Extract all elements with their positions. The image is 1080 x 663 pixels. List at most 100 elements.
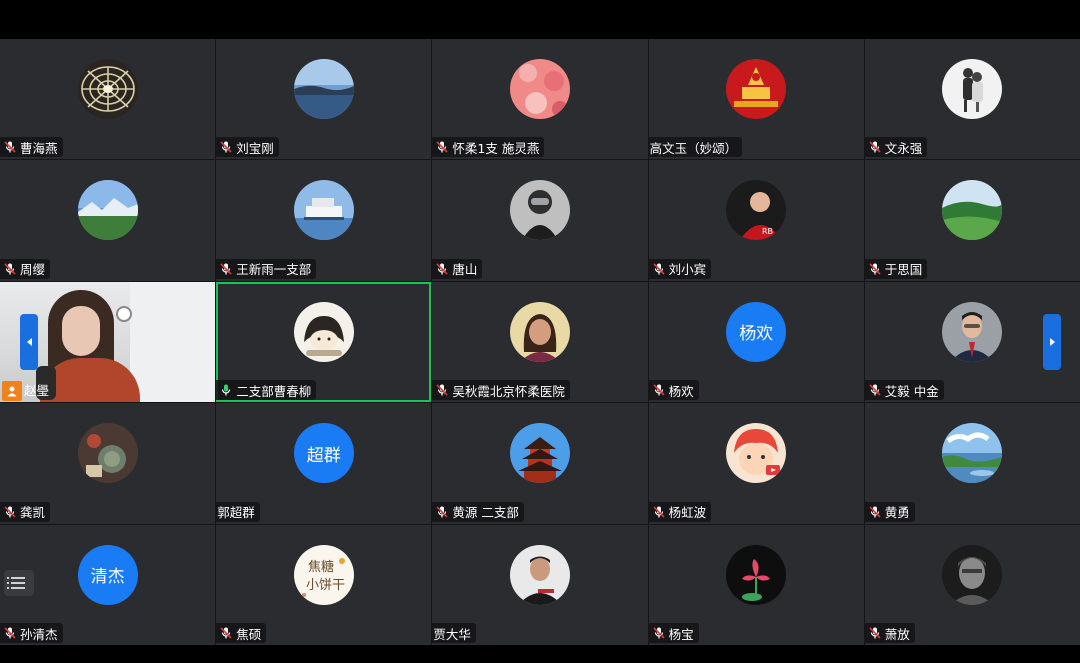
- participant-tile-speaking[interactable]: 二支部曹春柳: [216, 281, 432, 403]
- participant-tile[interactable]: 怀柔1支 施灵燕: [432, 39, 648, 160]
- avatar-initials: 超群: [293, 423, 354, 484]
- participant-name: 高文玉（妙颂）: [649, 140, 738, 156]
- participant-tile[interactable]: 吴秋霞北京怀柔医院: [432, 281, 648, 403]
- participant-grid: 曹海燕 刘宝刚 怀柔1支 施灵燕 高文玉（妙颂） 文永强 周缨 王新雨一支部 唐…: [0, 39, 1080, 645]
- avatar: [509, 301, 570, 362]
- avatar: 焦糖 小饼干: [293, 544, 354, 605]
- participant-name: 文永强: [884, 140, 923, 156]
- participant-name: 贾大华: [433, 626, 471, 642]
- mic-muted-icon: [435, 383, 449, 397]
- name-label: 贾大华: [432, 623, 476, 643]
- participant-list-button[interactable]: [4, 570, 34, 596]
- participant-name: 郭超群: [217, 505, 255, 521]
- mic-muted-icon: [219, 262, 233, 276]
- participant-tile[interactable]: 贾大华: [432, 524, 648, 645]
- name-label: 焦硕: [216, 623, 267, 643]
- name-label: 高文玉（妙颂）: [648, 137, 743, 158]
- mic-muted-icon: [219, 140, 233, 154]
- name-label: 曹海燕: [0, 137, 63, 158]
- mic-muted-icon: [219, 626, 233, 640]
- avatar: [942, 301, 1003, 362]
- avatar-initials: 杨欢: [726, 301, 787, 362]
- avatar: [726, 423, 787, 484]
- avatar: [726, 59, 787, 119]
- participant-tile[interactable]: 杨宝: [648, 524, 864, 645]
- participant-tile[interactable]: 高文玉（妙颂）: [648, 39, 864, 160]
- mic-muted-icon: [435, 262, 449, 276]
- chevron-left-icon: [26, 338, 32, 346]
- mic-muted-icon: [3, 626, 17, 640]
- name-label: 孙清杰: [0, 623, 63, 643]
- avatar: RB: [726, 180, 787, 241]
- participant-name: 杨虹波: [668, 505, 707, 521]
- name-label: 二支部曹春柳: [216, 380, 317, 401]
- participant-name: 于思国: [884, 262, 923, 278]
- participant-tile[interactable]: 焦糖小饼干 焦硕: [216, 524, 432, 645]
- mic-muted-icon: [652, 383, 666, 397]
- next-page-button[interactable]: [1043, 314, 1061, 370]
- name-label: 杨宝: [648, 623, 699, 643]
- participant-name: 萧放: [884, 626, 910, 642]
- avatar: [509, 544, 570, 605]
- participant-name: 黄勇: [884, 505, 910, 521]
- avatar: [942, 544, 1003, 605]
- mic-muted-icon: [3, 262, 17, 276]
- bottom-bar: [0, 645, 1080, 663]
- mic-muted-icon: [868, 262, 882, 276]
- participant-name: 焦硕: [236, 626, 262, 642]
- mic-muted-icon: [652, 505, 666, 519]
- mic-muted-icon: [435, 505, 449, 519]
- avatar-caption-line1: 焦糖: [308, 559, 334, 575]
- person-icon: [2, 380, 22, 401]
- participant-name: 杨欢: [668, 383, 694, 399]
- chevron-right-icon: [1049, 338, 1055, 346]
- participant-tile[interactable]: 唐山: [432, 160, 648, 281]
- participant-tile[interactable]: 杨欢 杨欢: [648, 281, 864, 403]
- participant-tile[interactable]: 黄勇: [864, 403, 1080, 524]
- name-label: 萧放: [864, 623, 915, 643]
- participant-tile[interactable]: 黄源 二支部: [432, 403, 648, 524]
- mic-muted-icon: [868, 140, 882, 154]
- avatar: [77, 59, 138, 119]
- avatar: [293, 301, 354, 362]
- participant-tile[interactable]: 曹海燕: [0, 39, 216, 160]
- participant-name: 黄源 二支部: [452, 505, 519, 521]
- participant-tile[interactable]: 周缨: [0, 160, 216, 281]
- participant-tile[interactable]: 萧放: [864, 524, 1080, 645]
- participant-name: 刘小宾: [668, 262, 707, 278]
- participant-tile[interactable]: 王新雨一支部: [216, 160, 432, 281]
- avatar: [77, 423, 138, 484]
- name-label: 龚凯: [0, 501, 51, 522]
- participant-tile[interactable]: 超群 郭超群: [216, 403, 432, 524]
- participant-name: 刘宝刚: [236, 140, 274, 156]
- name-label: 王新雨一支部: [216, 258, 317, 279]
- participant-tile[interactable]: RB 刘小宾: [648, 160, 864, 281]
- name-label: 怀柔1支 施灵燕: [432, 137, 545, 158]
- participant-name: 赵璺: [24, 382, 50, 398]
- name-label: 艾毅 中金: [864, 380, 944, 401]
- mic-muted-icon: [3, 505, 17, 519]
- avatar: [942, 423, 1003, 484]
- mic-muted-icon: [868, 626, 882, 640]
- name-label: 黄源 二支部: [432, 501, 524, 522]
- avatar: [293, 180, 354, 241]
- avatar-caption-line2: 小饼干: [306, 578, 345, 593]
- list-icon: [7, 577, 25, 579]
- avatar: [726, 544, 787, 605]
- participant-tile[interactable]: 刘宝刚: [216, 39, 432, 160]
- name-label: 杨虹波: [648, 501, 712, 522]
- top-bar: [0, 0, 1080, 39]
- participant-name: 龚凯: [20, 505, 46, 521]
- mic-muted-icon: [868, 505, 882, 519]
- participant-name: 王新雨一支部: [236, 262, 312, 278]
- avatar: [509, 423, 570, 484]
- mic-muted-icon: [868, 383, 882, 397]
- participant-tile[interactable]: 龚凯: [0, 403, 216, 524]
- participant-tile[interactable]: 于思国: [864, 160, 1080, 281]
- participant-name: 曹海燕: [20, 140, 58, 156]
- participant-name: 孙清杰: [20, 626, 58, 642]
- previous-page-button[interactable]: [20, 314, 38, 370]
- name-label: 刘宝刚: [216, 137, 279, 158]
- participant-tile[interactable]: 文永强: [864, 39, 1080, 160]
- participant-tile[interactable]: 杨虹波: [648, 403, 864, 524]
